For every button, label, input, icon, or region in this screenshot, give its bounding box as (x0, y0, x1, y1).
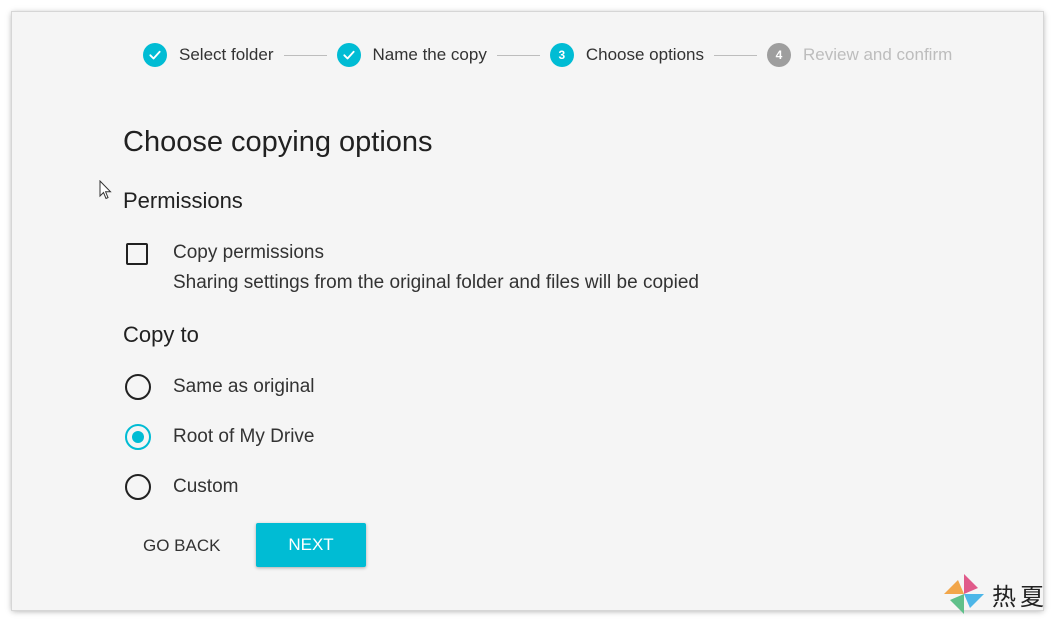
next-button[interactable]: NEXT (256, 523, 366, 567)
radio-label[interactable]: Same as original (173, 376, 315, 398)
radio-button[interactable] (125, 424, 151, 450)
copy-permissions-option: Copy permissions Sharing settings from t… (126, 242, 699, 298)
step-number: 3 (549, 43, 574, 67)
step-review-and-confirm: 4 Review and confirm (766, 43, 953, 67)
copy-permissions-description: Sharing settings from the original folde… (173, 272, 699, 293)
stepper: Select folder Name the copy 3 Choose opt… (143, 41, 952, 69)
step-connector (496, 54, 540, 56)
radio-root-of-my-drive[interactable]: Root of My Drive (125, 424, 314, 450)
copy-permissions-checkbox[interactable] (126, 243, 148, 265)
step-label: Name the copy (372, 45, 487, 64)
step-connector (713, 54, 757, 56)
dialog-window: Select folder Name the copy 3 Choose opt… (12, 12, 1043, 610)
check-icon (143, 43, 167, 67)
check-icon (336, 43, 361, 67)
pinwheel-logo-icon (944, 574, 984, 614)
copy-to-section-title: Copy to (123, 322, 199, 347)
radio-label[interactable]: Custom (173, 476, 238, 498)
radio-custom[interactable]: Custom (125, 474, 238, 500)
step-label: Choose options (585, 45, 704, 64)
step-choose-options: 3 Choose options (549, 43, 704, 67)
radio-label[interactable]: Root of My Drive (173, 426, 314, 448)
copy-permissions-text: Copy permissions Sharing settings from t… (173, 238, 699, 298)
step-label: Review and confirm (802, 45, 953, 64)
page-title: Choose copying options (123, 126, 433, 158)
step-label: Select folder (179, 45, 274, 64)
radio-same-as-original[interactable]: Same as original (125, 374, 315, 400)
copy-permissions-label[interactable]: Copy permissions (173, 238, 699, 268)
radio-button[interactable] (125, 474, 151, 500)
step-connector (283, 54, 327, 56)
go-back-button[interactable]: GO BACK (133, 534, 230, 558)
watermark: 热夏 (942, 572, 1048, 616)
mouse-cursor-icon (99, 180, 112, 200)
radio-button[interactable] (125, 374, 151, 400)
step-select-folder: Select folder (143, 43, 274, 67)
step-number: 4 (766, 43, 791, 67)
step-name-the-copy: Name the copy (336, 43, 487, 67)
watermark-text: 热夏 (992, 582, 1048, 611)
radio-selected-dot (132, 431, 144, 443)
permissions-section-title: Permissions (123, 188, 243, 213)
